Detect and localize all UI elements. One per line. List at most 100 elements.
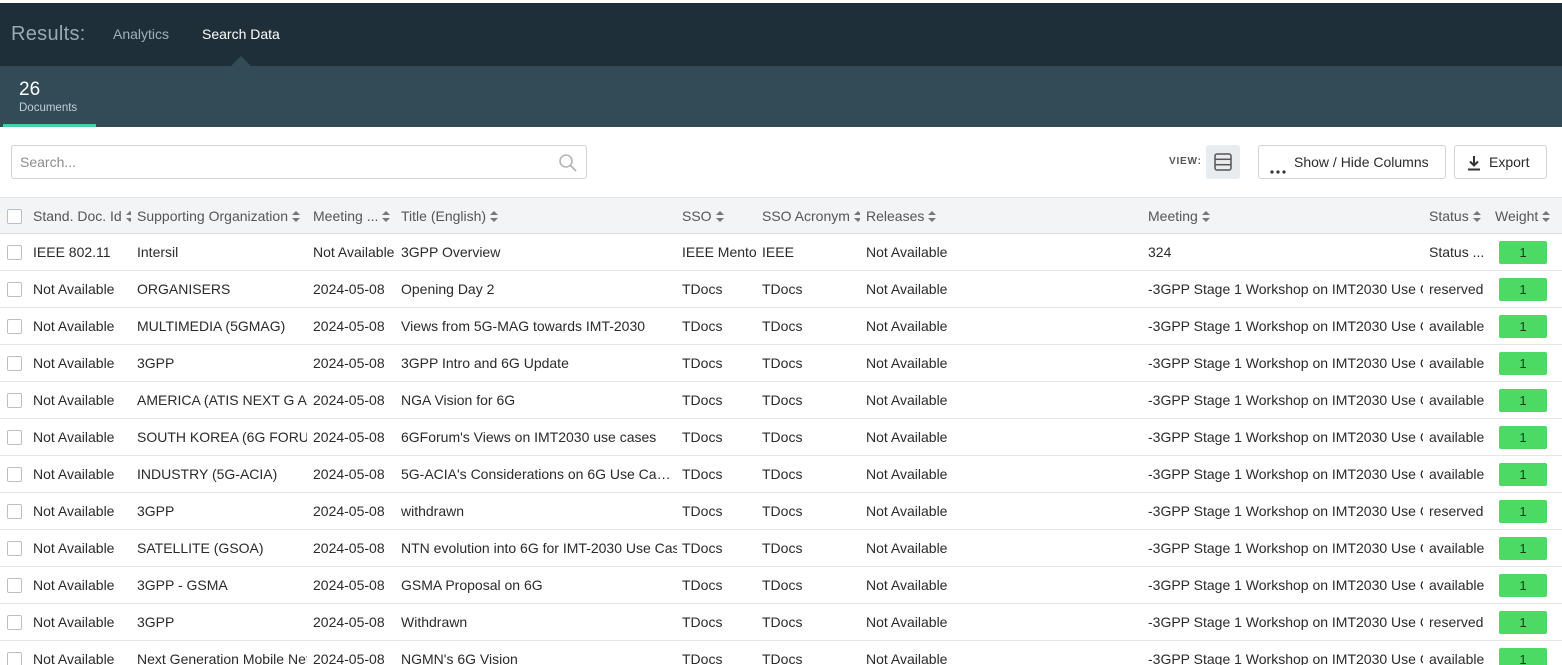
cell-supporting-organization: AMERICA (ATIS NEXT G ALLIANCE) [137,392,307,408]
row-checkbox[interactable] [7,319,22,334]
table-row[interactable]: Not Available INDUSTRY (5G-ACIA) 2024-05… [0,456,1562,493]
cell-status: reserved [1429,614,1484,630]
column-header-stand-doc-id[interactable]: Stand. Doc. Id [33,198,131,234]
table-row[interactable]: Not Available 3GPP - GSMA 2024-05-08 GSM… [0,567,1562,604]
weight-badge: 1 [1499,389,1547,412]
table-row[interactable]: Not Available ORGANISERS 2024-05-08 Open… [0,271,1562,308]
column-header-releases[interactable]: Releases [866,198,1142,234]
cell-meeting-date: 2024-05-08 [313,466,385,482]
table-row[interactable]: Not Available AMERICA (ATIS NEXT G ALLIA… [0,382,1562,419]
cell-stand-doc-id: Not Available [33,577,115,593]
view-toggle-button[interactable] [1206,145,1240,179]
row-checkbox[interactable] [7,393,22,408]
row-checkbox[interactable] [7,430,22,445]
row-checkbox[interactable] [7,245,22,260]
cell-status: reserved [1429,503,1484,519]
cell-meeting: -3GPP Stage 1 Workshop on IMT2030 Use Ca… [1148,429,1423,445]
row-checkbox[interactable] [7,356,22,371]
cell-meeting-date: 2024-05-08 [313,318,385,334]
sort-icon[interactable] [853,199,860,234]
cell-stand-doc-id: Not Available [33,429,115,445]
row-checkbox[interactable] [7,615,22,630]
cell-sso-acronym: TDocs [762,577,803,593]
sort-icon[interactable] [382,199,391,234]
column-header-title-english[interactable]: Title (English) [401,198,677,234]
cell-meeting: -3GPP Stage 1 Workshop on IMT2030 Use Ca… [1148,318,1423,334]
sort-icon[interactable] [490,199,499,234]
table-row[interactable]: Not Available 3GPP 2024-05-08 Withdrawn … [0,604,1562,641]
sort-icon[interactable] [1472,199,1481,234]
cell-meeting-date: 2024-05-08 [313,281,385,297]
select-all-checkbox[interactable] [7,209,22,224]
row-checkbox[interactable] [7,282,22,297]
cell-sso: TDocs [682,429,723,445]
results-label: Results: [11,23,86,45]
row-checkbox[interactable] [7,578,22,593]
cell-meeting: -3GPP Stage 1 Workshop on IMT2030 Use Ca… [1148,540,1423,556]
sort-icon[interactable] [715,199,724,234]
column-header-meeting[interactable]: Meeting [1148,198,1423,234]
weight-badge: 1 [1499,241,1547,264]
cell-stand-doc-id: Not Available [33,392,115,408]
sort-icon[interactable] [1201,199,1210,234]
weight-badge: 1 [1499,611,1547,634]
cell-weight: 1 [1495,604,1555,640]
cell-stand-doc-id: Not Available [33,651,115,665]
cell-weight: 1 [1495,234,1555,270]
column-header-status[interactable]: Status [1429,198,1489,234]
column-header-meeting-date[interactable]: Meeting ... [313,198,395,234]
cell-title: 6GForum's Views on IMT2030 use cases [401,429,657,445]
sort-icon[interactable] [125,199,131,234]
table-row[interactable]: Not Available SOUTH KOREA (6G FORUM) 202… [0,419,1562,456]
weight-badge: 1 [1499,352,1547,375]
cell-sso: TDocs [682,651,723,665]
search-icon[interactable] [558,153,578,173]
column-header-label: Meeting ... [313,208,379,224]
cell-status: available [1429,318,1485,334]
table-row[interactable]: Not Available 3GPP 2024-05-08 3GPP Intro… [0,345,1562,382]
cell-status: Status ... [1429,244,1485,260]
table-row[interactable]: Not Available Next Generation Mobile Net… [0,641,1562,665]
cell-sso-acronym: TDocs [762,466,803,482]
table-row[interactable]: Not Available 3GPP 2024-05-08 withdrawn … [0,493,1562,530]
row-checkbox[interactable] [7,467,22,482]
cell-weight: 1 [1495,271,1555,307]
row-checkbox[interactable] [7,504,22,519]
cell-stand-doc-id: Not Available [33,503,115,519]
cell-status: reserved [1429,281,1484,297]
show-hide-columns-button[interactable]: Show / Hide Columns [1258,145,1446,179]
cell-sso-acronym: TDocs [762,540,803,556]
row-checkbox[interactable] [7,541,22,556]
top-navigation-bar: Results: Analytics Search Data [0,3,1562,66]
column-header-sso-acronym[interactable]: SSO Acronym [762,198,860,234]
column-header-sso[interactable]: SSO [682,198,756,234]
table-row[interactable]: IEEE 802.11 Intersil Not Available 3GPP … [0,234,1562,271]
cell-meeting-date: 2024-05-08 [313,651,385,665]
weight-badge: 1 [1499,648,1547,665]
cell-supporting-organization: 3GPP [137,355,175,371]
column-header-weight[interactable]: Weight [1495,198,1555,234]
table-row[interactable]: Not Available MULTIMEDIA (5GMAG) 2024-05… [0,308,1562,345]
tab-analytics[interactable]: Analytics [113,26,169,42]
cell-title: Views from 5G-MAG towards IMT-2030 [401,318,646,334]
cell-weight: 1 [1495,382,1555,418]
column-header-supporting-organization[interactable]: Supporting Organization [137,198,307,234]
cell-sso: TDocs [682,281,723,297]
stats-bar: 26 Documents [0,66,1562,127]
cell-status: available [1429,577,1485,593]
cell-stand-doc-id: IEEE 802.11 [33,244,111,260]
sort-icon[interactable] [928,199,937,234]
row-checkbox[interactable] [7,652,22,665]
search-input[interactable] [20,154,540,170]
sort-icon[interactable] [292,199,300,234]
sort-icon[interactable] [1542,199,1551,234]
table-row[interactable]: Not Available SATELLITE (GSOA) 2024-05-0… [0,530,1562,567]
cell-weight: 1 [1495,567,1555,603]
export-button[interactable]: Export [1454,145,1547,179]
cell-title: NTN evolution into 6G for IMT-2030 Use C… [401,540,677,556]
cell-meeting: 324 [1148,244,1172,260]
cell-releases: Not Available [866,429,948,445]
cell-sso-acronym: TDocs [762,318,803,334]
tab-search-data[interactable]: Search Data [202,26,280,42]
documents-count-tile[interactable]: 26 Documents [3,66,96,127]
